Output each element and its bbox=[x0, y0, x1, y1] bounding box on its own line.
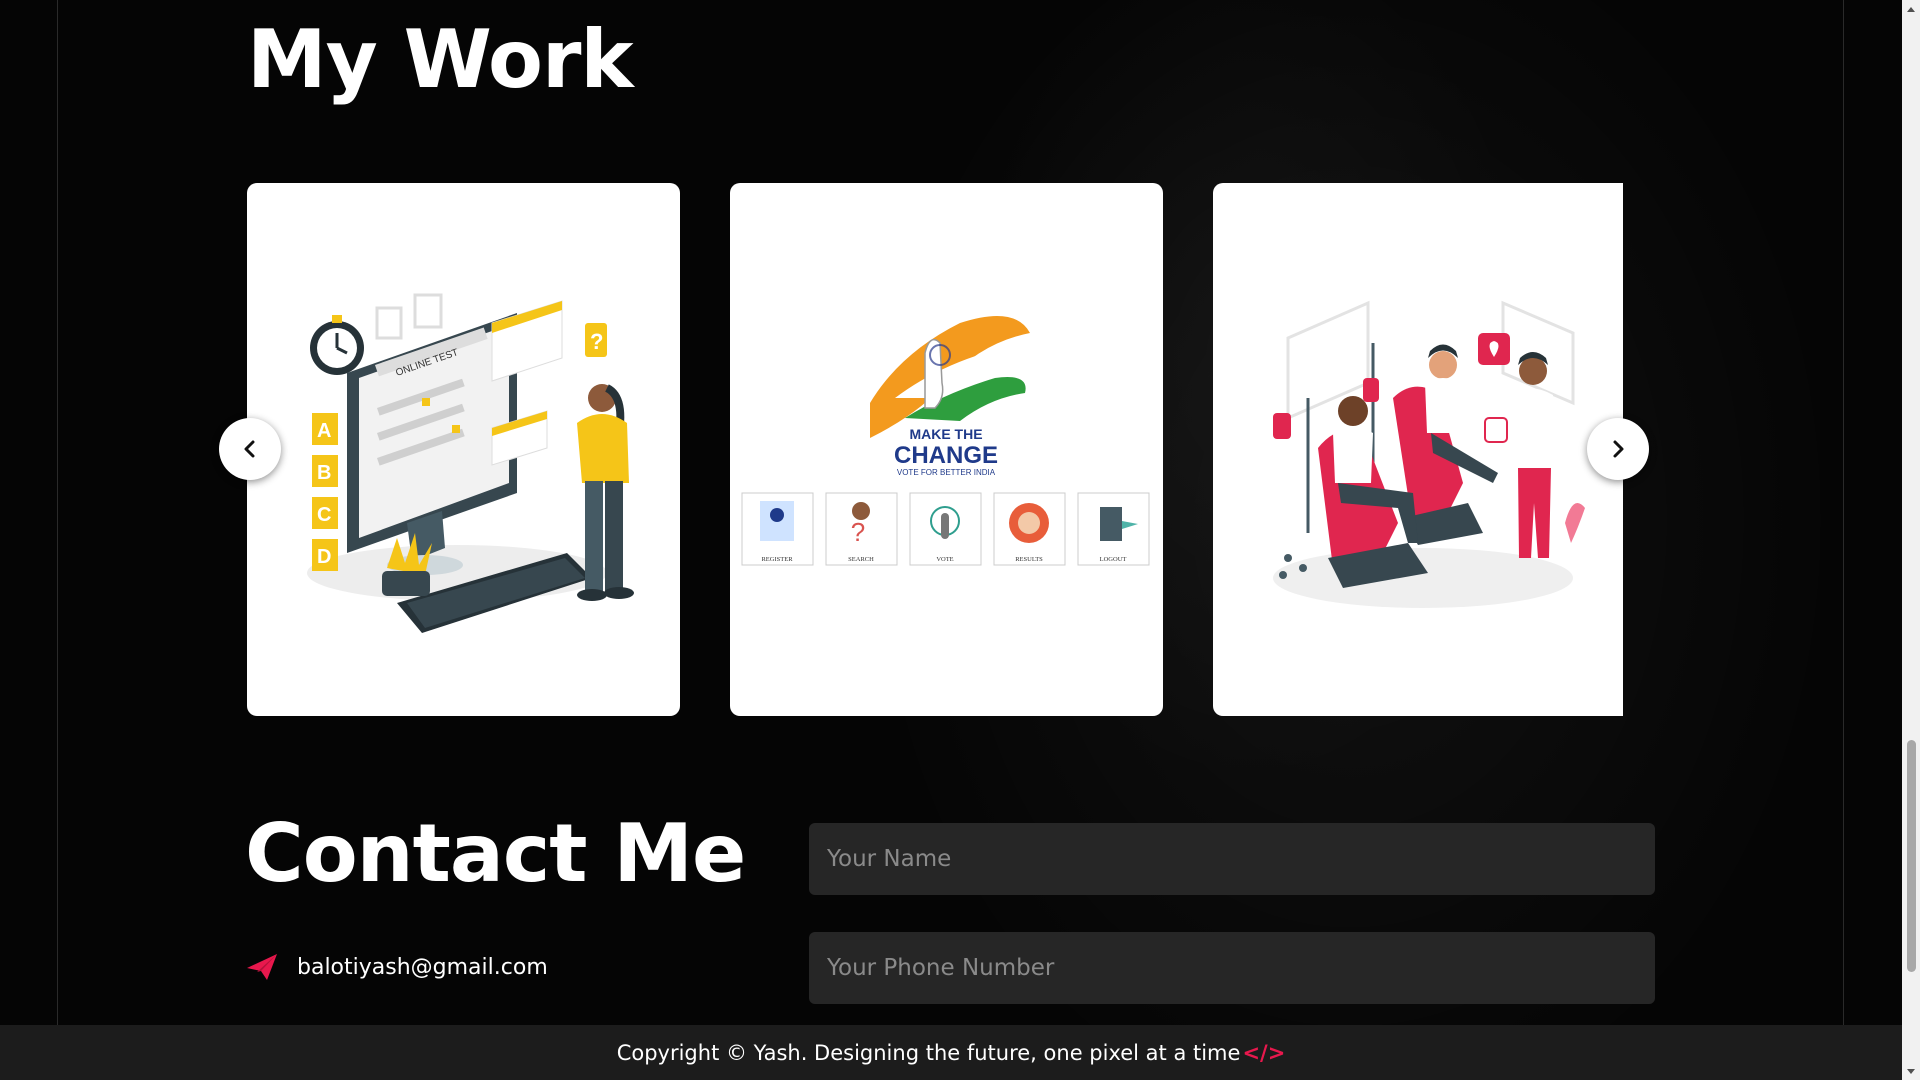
chevron-left-icon bbox=[244, 440, 255, 458]
tile-register-label: REGISTER bbox=[761, 556, 793, 563]
scroll-down-arrow-icon[interactable] bbox=[1902, 1063, 1920, 1080]
option-c: C bbox=[317, 504, 331, 526]
copyright-text: Copyright © Yash. Designing the future, … bbox=[616, 1040, 1241, 1065]
tile-logout-label: LOGOUT bbox=[1100, 556, 1127, 563]
option-a: A bbox=[317, 420, 331, 442]
footer: Copyright © Yash. Designing the future, … bbox=[0, 1025, 1902, 1080]
blood-donation-illustration bbox=[1273, 300, 1585, 608]
tile-search-label: SEARCH bbox=[848, 556, 874, 563]
work-carousel: ONLINE TEST ? A B C D MAKE THE CHANGE VO… bbox=[247, 183, 1625, 716]
paper-plane-icon bbox=[247, 954, 277, 980]
phone-input[interactable] bbox=[809, 932, 1655, 1004]
scroll-up-arrow-icon[interactable] bbox=[1902, 0, 1920, 17]
option-d: D bbox=[317, 546, 331, 568]
project-card-blood-donation[interactable] bbox=[1213, 183, 1623, 716]
project-card-make-the-change[interactable]: MAKE THE CHANGE VOTE FOR BETTER INDIA RE… bbox=[730, 183, 1163, 716]
contact-me-title: Contact Me bbox=[245, 807, 746, 900]
change-label: CHANGE bbox=[894, 442, 998, 469]
page-scrollbar[interactable] bbox=[1902, 0, 1920, 1080]
carousel-track: ONLINE TEST ? A B C D MAKE THE CHANGE VO… bbox=[247, 183, 1623, 716]
vote-tagline: VOTE FOR BETTER INDIA bbox=[897, 468, 996, 477]
page: My Work ONLINE TEST ? A B C D MAKE THE C… bbox=[0, 0, 1920, 1080]
my-work-title: My Work bbox=[247, 13, 634, 106]
chevron-right-icon bbox=[1613, 440, 1624, 458]
option-b: B bbox=[317, 462, 331, 484]
right-divider-line bbox=[1843, 0, 1844, 1025]
carousel-next-button[interactable] bbox=[1587, 418, 1649, 480]
svg-text:?: ? bbox=[851, 517, 865, 547]
online-test-illustration: ONLINE TEST ? A B C D bbox=[307, 293, 634, 633]
tile-vote-label: VOTE bbox=[936, 556, 953, 563]
make-the-label: MAKE THE bbox=[909, 426, 982, 442]
code-tag-icon: </> bbox=[1242, 1040, 1286, 1065]
scroll-thumb[interactable] bbox=[1907, 740, 1916, 972]
svg-text:?: ? bbox=[590, 329, 603, 354]
name-input[interactable] bbox=[809, 823, 1655, 895]
project-card-online-test[interactable]: ONLINE TEST ? A B C D bbox=[247, 183, 680, 716]
carousel-prev-button[interactable] bbox=[219, 418, 281, 480]
email-contact-row[interactable]: balotiyash@gmail.com bbox=[245, 952, 548, 982]
voting-app-illustration: MAKE THE CHANGE VOTE FOR BETTER INDIA RE… bbox=[741, 315, 1150, 566]
email-address[interactable]: balotiyash@gmail.com bbox=[297, 955, 548, 980]
tile-results-label: RESULTS bbox=[1015, 556, 1043, 563]
left-divider-line bbox=[57, 0, 58, 1025]
